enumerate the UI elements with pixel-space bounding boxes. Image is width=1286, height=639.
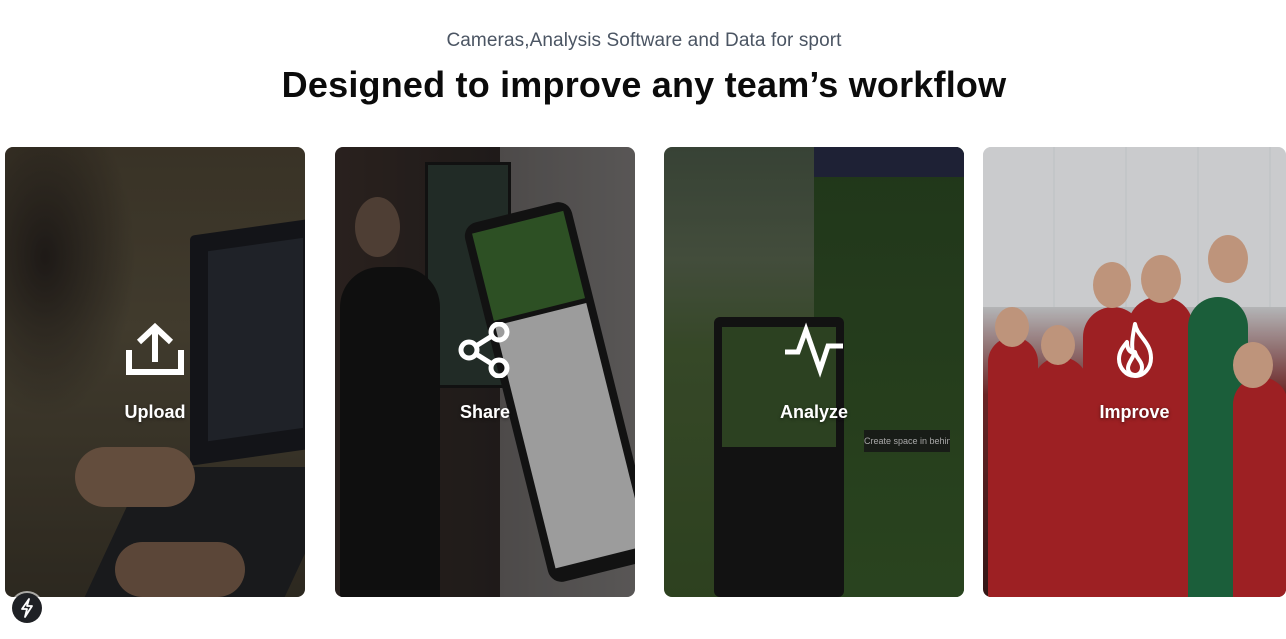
section-eyebrow: Cameras,Analysis Software and Data for s… [446, 30, 842, 51]
improve-card-label: Improve [1099, 402, 1170, 422]
analyze-card-label: Analyze [779, 402, 849, 422]
page: Cameras,Analysis Software and Data for s… [0, 0, 1286, 639]
upload-card[interactable]: Upload [5, 147, 305, 597]
analyze-card[interactable]: Create space in behind defence Analyze [664, 147, 964, 597]
upload-icon [125, 322, 185, 378]
share-icon [455, 322, 515, 378]
section-headline: Designed to improve any team’s workflow [281, 64, 1007, 105]
share-card[interactable]: Share [335, 147, 635, 597]
analytics-pulse-icon [784, 322, 844, 378]
flame-icon [1105, 322, 1165, 378]
lightning-bolt-icon[interactable] [12, 593, 42, 623]
improve-card[interactable]: Improve [983, 147, 1286, 597]
workflow-cards: Upload Share Create space in behin Analy… [0, 147, 1286, 597]
share-card-label: Share [459, 402, 511, 422]
upload-card-label: Upload [124, 402, 186, 422]
